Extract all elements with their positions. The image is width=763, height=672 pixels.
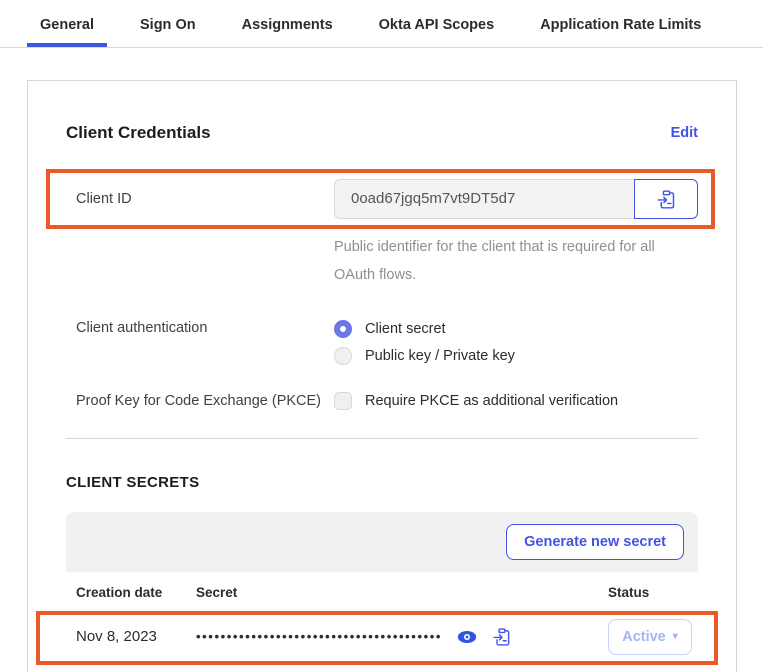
client-id-value-field[interactable]: 0oad67jgq5m7vt9DT5d7 [334, 179, 634, 219]
masked-secret-value: •••••••••••••••••••••••••••••••••••••••• [196, 629, 443, 645]
section-divider [66, 437, 698, 439]
copy-client-id-button[interactable] [634, 179, 698, 219]
client-credentials-card: Client Credentials Edit Client ID 0oad67… [27, 80, 737, 672]
tab-okta-api-scopes[interactable]: Okta API Scopes [366, 17, 508, 47]
page-title: Client Credentials [66, 123, 211, 142]
reveal-secret-button[interactable] [457, 629, 477, 645]
radio-public-private-key-label: Public key / Private key [365, 347, 515, 364]
radio-client-secret-label: Client secret [365, 320, 446, 337]
client-authentication-label: Client authentication [76, 319, 208, 336]
radio-public-private-key[interactable]: Public key / Private key [334, 346, 698, 365]
status-cell: Active ▾ [608, 618, 698, 655]
column-creation-date: Creation date [76, 584, 163, 600]
client-authentication-options: Client secret Public key / Private key [334, 319, 698, 365]
radio-selected-icon[interactable] [334, 319, 352, 338]
card-header: Client Credentials Edit [66, 123, 698, 143]
tab-bar: General Sign On Assignments Okta API Sco… [0, 0, 763, 48]
copy-secret-button[interactable] [492, 627, 512, 647]
tab-general[interactable]: General [27, 17, 107, 47]
column-status: Status [608, 584, 650, 600]
client-id-help-row: Public identifier for the client that is… [66, 233, 698, 290]
radio-unselected-icon[interactable] [334, 346, 352, 365]
column-secret: Secret [196, 584, 238, 600]
radio-client-secret[interactable]: Client secret [334, 319, 698, 338]
clipboard-copy-icon [656, 189, 677, 210]
tab-application-rate-limits[interactable]: Application Rate Limits [527, 17, 714, 47]
tab-sign-on[interactable]: Sign On [127, 17, 209, 47]
pkce-checkbox-option[interactable]: Require PKCE as additional verification [334, 391, 698, 410]
pkce-row: Proof Key for Code Exchange (PKCE) Requi… [66, 391, 698, 410]
clipboard-copy-icon [492, 627, 512, 647]
client-secrets-heading: CLIENT SECRETS [66, 473, 200, 491]
status-dropdown-button[interactable]: Active ▾ [608, 618, 692, 655]
table-header-row: Creation date Secret Status [66, 572, 698, 614]
secrets-toolbar: Generate new secret [66, 511, 698, 572]
client-id-field-group: 0oad67jgq5m7vt9DT5d7 [334, 179, 698, 219]
status-badge: Active [622, 628, 666, 645]
client-id-help-text: Public identifier for the client that is… [334, 239, 655, 284]
eye-icon [457, 629, 477, 645]
client-id-label: Client ID [76, 191, 132, 207]
pkce-checkbox-label: Require PKCE as additional verification [365, 392, 619, 409]
pkce-label: Proof Key for Code Exchange (PKCE) [76, 392, 322, 409]
table-row: Nov 8, 2023 ••••••••••••••••••••••••••••… [36, 610, 718, 665]
creation-date-cell: Nov 8, 2023 [76, 628, 157, 646]
edit-link[interactable]: Edit [671, 125, 698, 141]
secret-cell: •••••••••••••••••••••••••••••••••••••••• [196, 627, 608, 647]
generate-new-secret-button[interactable]: Generate new secret [506, 523, 684, 560]
client-secrets-table: Generate new secret Creation date Secret… [36, 511, 718, 665]
client-authentication-row: Client authentication Client secret Publ… [66, 319, 698, 365]
caret-down-icon: ▾ [672, 630, 678, 642]
tab-assignments[interactable]: Assignments [229, 17, 346, 47]
client-id-row: Client ID 0oad67jgq5m7vt9DT5d7 [46, 169, 715, 229]
checkbox-unchecked-icon[interactable] [334, 391, 352, 410]
